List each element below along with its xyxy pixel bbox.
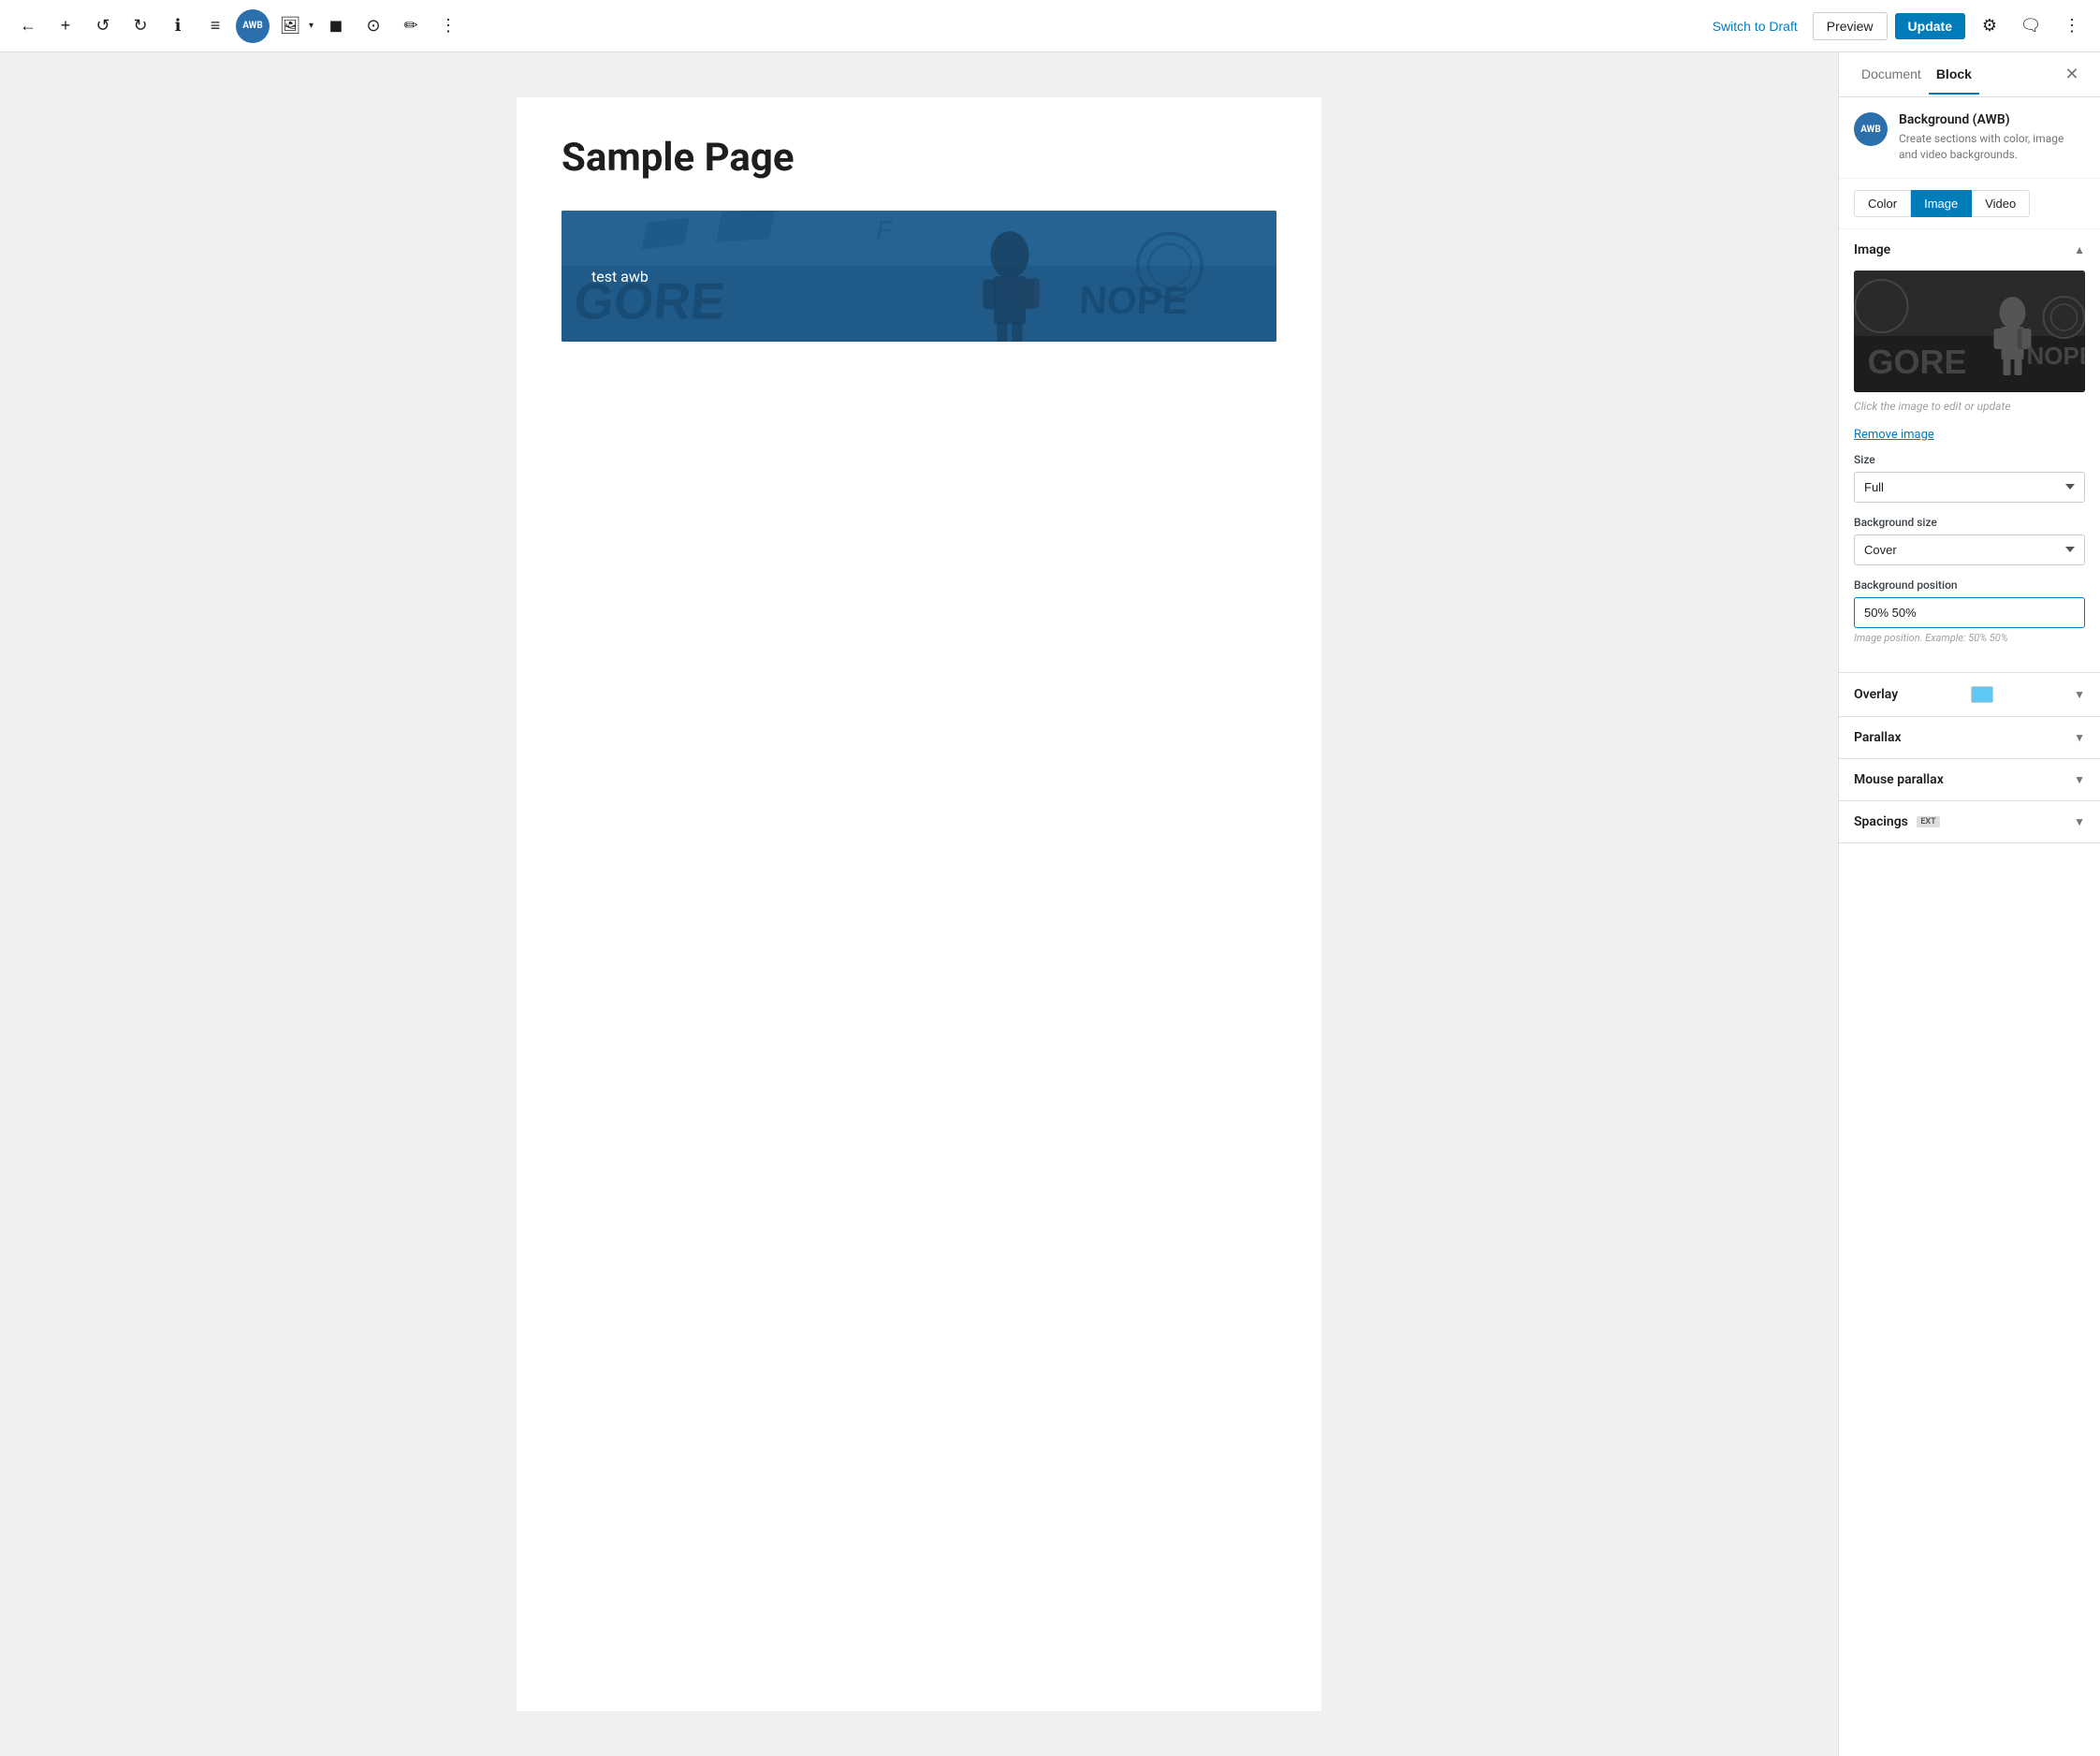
mouse-parallax-section-header[interactable]: Mouse parallax ▼	[1839, 759, 2100, 800]
bg-position-label: Background position	[1854, 578, 2085, 592]
image-section: Image ▲ GORE	[1839, 229, 2100, 673]
image-preview-inner: GORE NOPE	[1854, 271, 2085, 392]
comments-button[interactable]: 🗨	[2014, 9, 2048, 43]
size-field-group: Size Full Large Medium Thumbnail	[1854, 453, 2085, 503]
preview-svg: GORE NOPE	[1854, 271, 2085, 392]
block-name: Background (AWB)	[1899, 112, 2085, 127]
graffiti-overlay	[561, 211, 1276, 342]
toolbar-right: Switch to Draft Preview Update ⚙ 🗨 ⋮	[1705, 9, 2089, 43]
image-preview[interactable]: GORE NOPE	[1854, 271, 2085, 392]
image-icon: 🖼	[280, 16, 301, 36]
image-section-title: Image	[1854, 242, 1890, 257]
bg-position-hint: Image position. Example: 50% 50%	[1854, 632, 2085, 644]
redo-icon: ↻	[133, 16, 147, 36]
block-type-tabs: Color Image Video	[1839, 179, 2100, 229]
block-info: AWB Background (AWB) Create sections wit…	[1839, 97, 2100, 179]
close-icon: ✕	[2064, 65, 2078, 84]
image-section-header[interactable]: Image ▲	[1839, 229, 2100, 271]
bg-size-select[interactable]: Cover Contain Auto	[1854, 534, 2085, 565]
awb-block-label: test awb	[591, 268, 649, 285]
awb-toolbar-icon[interactable]: AWB	[236, 9, 270, 43]
main-area: Sample Page GORE	[0, 52, 2100, 1756]
image-dropdown-arrow[interactable]: ▾	[307, 21, 315, 31]
overlay-section-header[interactable]: Overlay ▼	[1839, 673, 2100, 716]
square-button[interactable]: ◼	[319, 9, 353, 43]
block-icon: AWB	[1854, 112, 1888, 146]
redo-button[interactable]: ↻	[124, 9, 157, 43]
bg-size-field-group: Background size Cover Contain Auto	[1854, 516, 2085, 565]
block-info-text: Background (AWB) Create sections with co…	[1899, 112, 2085, 163]
undo-button[interactable]: ↺	[86, 9, 120, 43]
undo-icon: ↺	[95, 16, 109, 36]
bg-position-field-group: Background position Image position. Exam…	[1854, 578, 2085, 644]
parallax-section: Parallax ▼	[1839, 717, 2100, 759]
spacings-section: Spacings EXT ▼	[1839, 801, 2100, 843]
parallax-section-header[interactable]: Parallax ▼	[1839, 717, 2100, 758]
image-section-chevron-up: ▲	[2074, 243, 2085, 256]
image-toolbar-group: 🖼 ▾	[273, 9, 315, 43]
square-icon: ◼	[329, 16, 343, 36]
settings-icon: ⚙	[1982, 16, 1997, 36]
size-select[interactable]: Full Large Medium Thumbnail	[1854, 472, 2085, 503]
comments-icon: 🗨	[2020, 16, 2042, 36]
page-title: Sample Page	[561, 135, 1276, 181]
settings-button[interactable]: ⚙	[1973, 9, 2006, 43]
svg-text:GORE: GORE	[1868, 343, 1967, 381]
video-tab-button[interactable]: Video	[1972, 190, 2030, 217]
toolbar: ← + ↺ ↻ ℹ ≡ AWB 🖼 ▾ ◼ ⊙ ✏ ⋮ Switch to Dr…	[0, 0, 2100, 52]
overlay-color-swatch[interactable]	[1971, 686, 1993, 703]
image-button[interactable]: 🖼	[273, 9, 307, 43]
image-tab-button[interactable]: Image	[1911, 190, 1972, 217]
tab-block[interactable]: Block	[1929, 55, 1979, 95]
tag-icon: ⊙	[366, 16, 380, 36]
spacings-chevron: ▼	[2074, 815, 2085, 828]
editor-canvas: Sample Page GORE	[0, 52, 1838, 1756]
block-description: Create sections with color, image and vi…	[1899, 131, 2085, 163]
more-toolbar-icon: ⋮	[440, 16, 457, 36]
list-view-button[interactable]: ≡	[198, 9, 232, 43]
mouse-parallax-chevron: ▼	[2074, 773, 2085, 786]
panel-close-button[interactable]: ✕	[2059, 62, 2085, 88]
info-icon: ℹ	[175, 16, 182, 36]
add-block-button[interactable]: +	[49, 9, 82, 43]
pen-icon: ✏	[403, 16, 417, 36]
spacings-title: Spacings EXT	[1854, 814, 1940, 829]
parallax-section-title: Parallax	[1854, 730, 1902, 745]
preview-button[interactable]: Preview	[1813, 12, 1888, 40]
image-section-content: GORE NOPE	[1839, 271, 2100, 672]
back-icon: ←	[20, 16, 36, 36]
back-button[interactable]: ←	[11, 9, 45, 43]
overlay-section-chevron: ▼	[2074, 688, 2085, 701]
overflow-menu-button[interactable]: ⋮	[2055, 9, 2089, 43]
add-icon: +	[61, 16, 71, 36]
spacings-section-header[interactable]: Spacings EXT ▼	[1839, 801, 2100, 842]
update-button[interactable]: Update	[1895, 13, 1965, 39]
overlay-section-title: Overlay	[1854, 687, 1898, 702]
switch-draft-button[interactable]: Switch to Draft	[1705, 13, 1805, 39]
editor-content: Sample Page GORE	[517, 97, 1321, 1711]
info-button[interactable]: ℹ	[161, 9, 195, 43]
pen-button[interactable]: ✏	[394, 9, 428, 43]
bg-position-input[interactable]	[1854, 597, 2085, 628]
mouse-parallax-title: Mouse parallax	[1854, 772, 1944, 787]
color-tab-button[interactable]: Color	[1854, 190, 1911, 217]
parallax-section-chevron: ▼	[2074, 731, 2085, 744]
remove-image-link[interactable]: Remove image	[1854, 428, 1934, 442]
right-panel: Document Block ✕ AWB Background (AWB) Cr…	[1838, 52, 2100, 1756]
panel-body: AWB Background (AWB) Create sections wit…	[1839, 97, 2100, 1756]
svg-text:NOPE: NOPE	[2027, 342, 2086, 370]
bg-size-label: Background size	[1854, 516, 2085, 529]
ext-badge: EXT	[1917, 816, 1939, 827]
size-label: Size	[1854, 453, 2085, 466]
image-caption: Click the image to edit or update	[1854, 400, 2085, 413]
panel-tabs: Document Block ✕	[1839, 52, 2100, 97]
more-toolbar-button[interactable]: ⋮	[431, 9, 465, 43]
list-icon: ≡	[211, 16, 221, 36]
tab-document[interactable]: Document	[1854, 55, 1929, 95]
overlay-section: Overlay ▼	[1839, 673, 2100, 717]
awb-block[interactable]: GORE NOPE	[561, 211, 1276, 342]
mouse-parallax-section: Mouse parallax ▼	[1839, 759, 2100, 801]
tag-button[interactable]: ⊙	[357, 9, 390, 43]
overflow-icon: ⋮	[2064, 16, 2080, 36]
